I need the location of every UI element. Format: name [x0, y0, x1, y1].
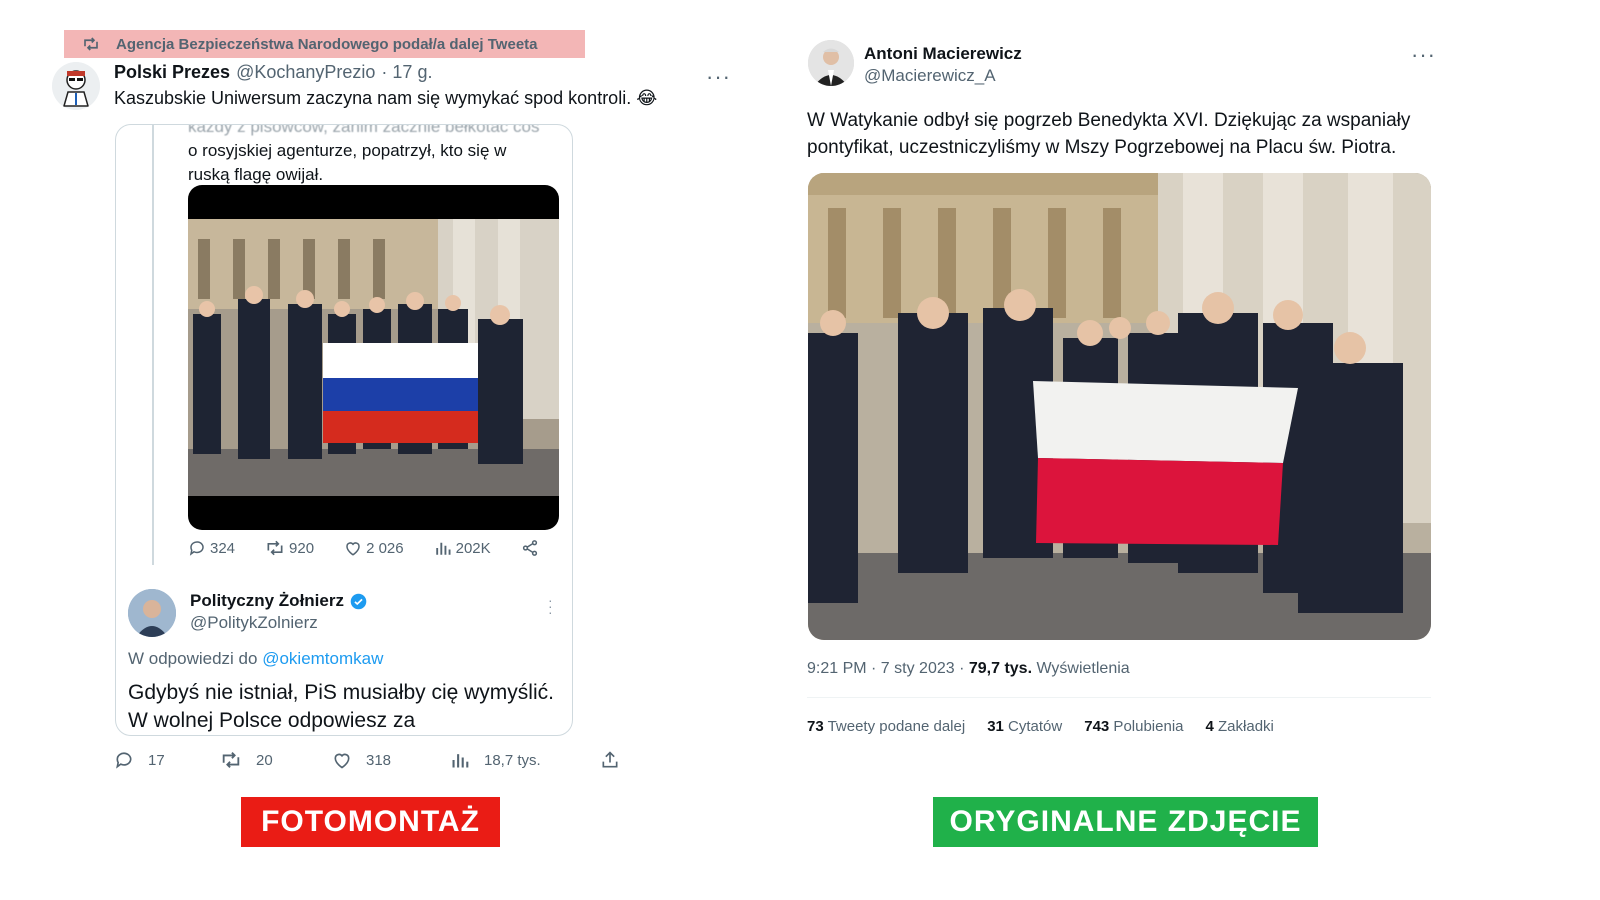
quoted-action-bar: 324 920 2 026 202K [188, 539, 568, 557]
reply-to-line: W odpowiedzi do @okiemtomkaw [128, 649, 383, 669]
reply-count: 17 [148, 751, 165, 769]
like-button[interactable]: 318 [332, 750, 450, 770]
quoted-like-button[interactable]: 2 026 [344, 539, 404, 557]
stat-label: Polubienia [1109, 718, 1184, 735]
tweet-header: Polski Prezes @KochanyPrezio · 17 g. [114, 62, 432, 83]
reply-author-name-row[interactable]: Polityczny Żołnierz [190, 591, 367, 611]
tweet-time[interactable]: · 17 g. [381, 62, 432, 83]
avatar[interactable] [808, 40, 854, 86]
quoted-retweet-button[interactable]: 920 [265, 539, 314, 557]
divider [807, 697, 1431, 698]
tweet-photo[interactable] [808, 173, 1431, 640]
stat-likes[interactable]: 743 Polubienia [1084, 718, 1183, 735]
retweet-button[interactable]: 20 [220, 750, 332, 770]
views-value: 79,7 tys. [968, 660, 1033, 677]
author-handle[interactable]: @KochanyPrezio [236, 62, 375, 83]
tweet-timestamp[interactable]: 9:21 PM · 7 sty 2023 · [807, 660, 969, 677]
quoted-photo[interactable] [188, 185, 559, 530]
retweet-banner[interactable]: Agencja Bezpieczeństwa Narodowego podał/… [64, 30, 585, 58]
reply-button[interactable]: 17 [114, 750, 220, 770]
quoted-views-button[interactable]: 202K [434, 539, 491, 557]
views-icon [435, 542, 451, 555]
retweet-icon [267, 540, 283, 556]
left-tweet: Agencja Bezpieczeństwa Narodowego podał/… [50, 28, 750, 770]
views-count: 18,7 tys. [484, 751, 541, 769]
tweet-action-bar: 17 20 318 18,7 tys. [114, 750, 620, 770]
cropped-text-line: kazdy z pisowcow, zanim zacznie bełkotać… [188, 124, 540, 136]
reply-icon [189, 541, 204, 556]
author-handle[interactable]: @Macierewicz_A [864, 66, 996, 86]
quoted-tweet[interactable]: kazdy z pisowcow, zanim zacznie bełkotać… [115, 124, 573, 736]
stat-value: 73 [807, 718, 824, 735]
share-icon [522, 540, 537, 556]
views-label: Wyświetlenia [1032, 660, 1130, 677]
retweet-count: 20 [256, 751, 273, 769]
views-icon [452, 754, 469, 768]
share-button[interactable] [600, 750, 620, 770]
retweet-icon [84, 37, 98, 51]
verified-badge-icon [350, 593, 367, 609]
quoted-retweet-count: 920 [289, 539, 315, 557]
label-original-photo: ORYGINALNE ZDJĘCIE [933, 797, 1318, 847]
reply-text: Gdybyś nie istniał, PiS musiałby cię wym… [128, 681, 554, 732]
label-photomontage: FOTOMONTAŻ [241, 797, 500, 847]
author-name[interactable]: Antoni Macierewicz [864, 44, 1022, 64]
quoted-like-count: 2 026 [366, 539, 404, 557]
stat-label: Zakładki [1213, 718, 1274, 735]
more-dots-icon[interactable]: ··· [706, 66, 731, 88]
stat-retweets[interactable]: 73 Tweety podane dalej [807, 718, 965, 735]
stat-label: Cytatów [1003, 718, 1063, 735]
flag-russia [323, 343, 478, 443]
stat-label: Tweety podane dalej [823, 718, 966, 735]
reply-to-label: W odpowiedzi do [128, 649, 258, 668]
reply-to-handle-link[interactable]: @okiemtomkaw [262, 649, 383, 668]
quoted-text-line: o rosyjskiej agenturze, popatrzył, kto s… [188, 141, 507, 160]
quoted-text-line: ruską flagę owijał. [188, 165, 324, 184]
tweet-meta: 9:21 PM · 7 sty 2023 · 79,7 tys. Wyświet… [807, 660, 1130, 678]
like-count: 318 [366, 751, 392, 769]
quoted-share-button[interactable] [521, 539, 539, 557]
reply-author-avatar[interactable] [128, 589, 176, 637]
stat-quotes[interactable]: 31 Cytatów [987, 718, 1062, 735]
avatar[interactable] [52, 62, 100, 110]
tweet-text: W Watykanie odbył się pogrzeb Benedykta … [807, 110, 1411, 158]
author-name[interactable]: Polski Prezes [114, 62, 230, 83]
right-tweet: Antoni Macierewicz @Macierewicz_A ··· W … [800, 30, 1450, 750]
more-dots-icon[interactable]: ··· [1411, 44, 1436, 66]
thread-line [152, 125, 154, 565]
stat-value: 4 [1205, 718, 1214, 735]
tweet-text: Kaszubskie Uniwersum zaczyna nam się wym… [114, 88, 658, 108]
reply-icon [116, 752, 132, 769]
reply-author-name: Polityczny Żołnierz [190, 591, 344, 610]
quoted-views-count: 202K [455, 539, 491, 557]
quoted-reply-count: 324 [210, 539, 236, 557]
tweet-stats: 73 Tweety podane dalej 31 Cytatów 743 Po… [807, 718, 1274, 735]
views-button[interactable]: 18,7 tys. [450, 750, 600, 770]
heart-icon [334, 753, 350, 769]
stat-value: 743 [1084, 718, 1110, 735]
heart-icon [346, 542, 360, 556]
stat-value: 31 [987, 718, 1004, 735]
flag-poland [1033, 381, 1298, 545]
reply-author-handle[interactable]: @PolitykZolnierz [190, 613, 318, 633]
quoted-text: kazdy z pisowcow, zanim zacznie bełkotać… [188, 124, 558, 187]
reply-more-icon[interactable]: · · · [548, 593, 553, 619]
quoted-reply-button[interactable]: 324 [188, 539, 235, 557]
stat-bookmarks[interactable]: 4 Zakładki [1206, 718, 1274, 735]
retweet-banner-text: Agencja Bezpieczeństwa Narodowego podał/… [116, 35, 538, 53]
upload-share-icon [602, 751, 618, 768]
retweet-icon [222, 752, 240, 768]
